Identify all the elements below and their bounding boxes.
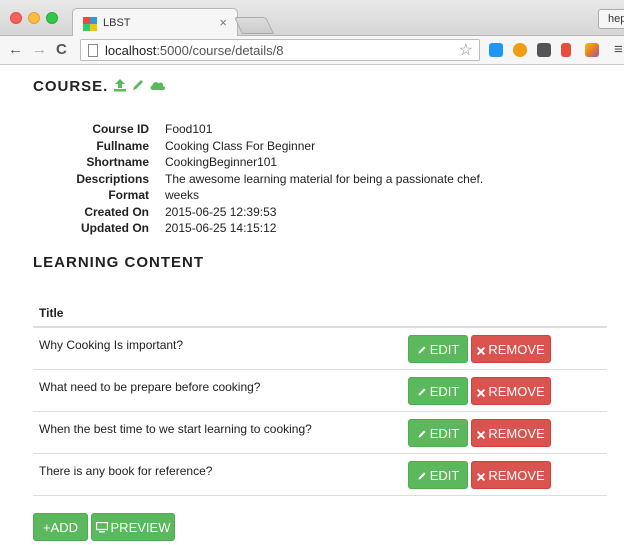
pencil-icon bbox=[418, 387, 426, 396]
pocket-icon[interactable] bbox=[537, 43, 551, 57]
remove-button-label: REMOVE bbox=[488, 425, 545, 441]
forward-icon[interactable]: → bbox=[32, 42, 47, 57]
edit-button-label: EDIT bbox=[429, 467, 460, 483]
add-button-label: +ADD bbox=[42, 520, 79, 535]
extension-check-icon[interactable] bbox=[489, 43, 503, 57]
menu-icon[interactable]: ≡ bbox=[614, 42, 623, 57]
detail-row: Shortname CookingBeginner101 bbox=[60, 155, 483, 173]
cloud-icon[interactable] bbox=[149, 78, 166, 92]
reload-icon[interactable]: C bbox=[56, 42, 67, 57]
monitor-icon bbox=[95, 521, 108, 533]
remove-button-label: REMOVE bbox=[488, 467, 545, 483]
course-details-table: Course ID Food101 Fullname Cooking Class Fo… bbox=[60, 122, 484, 239]
detail-row: Updated On 2015-06-25 14:15:12 bbox=[60, 221, 483, 239]
row-actions: EDIT REMOVE bbox=[408, 327, 607, 370]
row-actions: EDIT REMOVE bbox=[408, 369, 607, 412]
bookmark-star-icon[interactable]: ☆ bbox=[459, 40, 473, 60]
browser-toolbar: ← → C localhost:5000/course/details/8 ☆ … bbox=[0, 36, 624, 65]
edit-button-label: EDIT bbox=[429, 342, 460, 357]
lesson-title: When the best time to we start learning … bbox=[33, 411, 408, 454]
pencil-icon bbox=[418, 346, 426, 354]
pencil-icon[interactable] bbox=[131, 78, 145, 92]
table-row: What need to be prepare before cooking? E… bbox=[33, 369, 607, 412]
detail-row: Fullname Cooking Class For Beginner bbox=[60, 138, 483, 157]
detail-label: Format bbox=[108, 188, 149, 202]
detail-label: Shortname bbox=[86, 155, 149, 169]
lesson-title: What need to be prepare before cooking? bbox=[33, 369, 408, 412]
times-icon bbox=[477, 472, 486, 481]
times-icon bbox=[477, 388, 486, 397]
detail-row: Course ID Food101 bbox=[60, 122, 483, 140]
detail-value: 2015-06-25 14:15:12 bbox=[165, 221, 277, 235]
profile-button[interactable]: hep bbox=[598, 9, 624, 29]
edit-button[interactable]: EDIT bbox=[408, 418, 468, 447]
lesson-title: Why Cooking Is important? bbox=[33, 327, 408, 370]
back-icon[interactable]: ← bbox=[8, 42, 23, 57]
detail-label: Course ID bbox=[92, 122, 149, 136]
preview-button-label: PREVIEW bbox=[110, 520, 171, 535]
detail-value: weeks bbox=[165, 188, 200, 202]
column-actions-header bbox=[408, 300, 607, 328]
remove-button-label: REMOVE bbox=[488, 342, 545, 357]
detail-value: The awesome learning material for being … bbox=[165, 171, 484, 186]
address-url[interactable]: localhost:5000/course/details/8 bbox=[105, 43, 284, 58]
table-row: There is any book for reference? EDIT REMO… bbox=[33, 453, 607, 496]
detail-row: Created On 2015-06-25 12:39:53 bbox=[60, 204, 483, 223]
row-actions: EDIT REMOVE bbox=[408, 453, 607, 496]
remove-button[interactable]: REMOVE bbox=[471, 376, 551, 405]
row-actions: EDIT REMOVE bbox=[408, 411, 607, 454]
extension-k-icon[interactable] bbox=[585, 43, 599, 57]
add-button[interactable]: +ADD bbox=[33, 513, 88, 541]
address-bar[interactable]: localhost:5000/course/details/8 ☆ bbox=[80, 39, 480, 61]
extension-b-icon[interactable] bbox=[513, 43, 527, 57]
page-icon bbox=[88, 44, 98, 57]
pencil-icon bbox=[418, 471, 426, 480]
edit-button[interactable]: EDIT bbox=[408, 460, 468, 489]
detail-value: Cooking Class For Beginner bbox=[165, 138, 316, 153]
tab-title: LBST bbox=[103, 17, 131, 29]
times-icon bbox=[477, 347, 486, 355]
minimize-window-button[interactable] bbox=[28, 12, 40, 24]
remove-button[interactable]: REMOVE bbox=[471, 335, 551, 363]
preview-button[interactable]: PREVIEW bbox=[91, 513, 175, 541]
close-window-button[interactable] bbox=[10, 12, 22, 24]
new-tab-button[interactable] bbox=[234, 17, 274, 34]
lesson-title: There is any book for reference? bbox=[33, 453, 408, 496]
table-row: Why Cooking Is important? EDIT REMOVE bbox=[33, 327, 607, 370]
detail-row: Descriptions The awesome learning materia… bbox=[60, 171, 484, 190]
upload-icon[interactable] bbox=[113, 78, 127, 92]
detail-value: CookingBeginner101 bbox=[165, 155, 278, 169]
extension-red-icon[interactable] bbox=[561, 43, 571, 57]
bottom-actions: +ADD PREVIEW bbox=[33, 513, 175, 541]
course-heading: COURSE. bbox=[33, 78, 109, 95]
tab-close-icon[interactable]: × bbox=[219, 15, 227, 30]
edit-button[interactable]: EDIT bbox=[408, 335, 468, 363]
browser-tab[interactable]: LBST × bbox=[72, 8, 238, 37]
learning-content-heading: LEARNING CONTENT bbox=[33, 254, 204, 271]
page-content: COURSE. Course ID Food101 Fullname Cooking … bbox=[0, 66, 624, 545]
edit-button[interactable]: EDIT bbox=[408, 376, 468, 405]
detail-label: Fullname bbox=[96, 138, 149, 153]
detail-row: Format weeks bbox=[60, 188, 483, 206]
detail-label: Created On bbox=[84, 204, 149, 219]
edit-button-label: EDIT bbox=[429, 425, 460, 441]
remove-button[interactable]: REMOVE bbox=[471, 460, 551, 489]
times-icon bbox=[477, 430, 486, 439]
remove-button[interactable]: REMOVE bbox=[471, 418, 551, 447]
edit-button-label: EDIT bbox=[429, 383, 460, 399]
table-row: When the best time to we start learning … bbox=[33, 411, 607, 454]
column-title-header: Title bbox=[33, 300, 408, 328]
pencil-icon bbox=[418, 429, 426, 438]
browser-titlebar: LBST × hep bbox=[0, 0, 624, 37]
detail-value: Food101 bbox=[165, 122, 213, 136]
detail-label: Descriptions bbox=[76, 171, 149, 186]
favicon-icon bbox=[83, 17, 97, 31]
detail-label: Updated On bbox=[81, 221, 149, 235]
detail-value: 2015-06-25 12:39:53 bbox=[165, 204, 277, 219]
zoom-window-button[interactable] bbox=[46, 12, 58, 24]
learning-content-table: Title Why Cooking Is important? EDIT REMOV… bbox=[33, 300, 607, 496]
remove-button-label: REMOVE bbox=[488, 383, 545, 399]
